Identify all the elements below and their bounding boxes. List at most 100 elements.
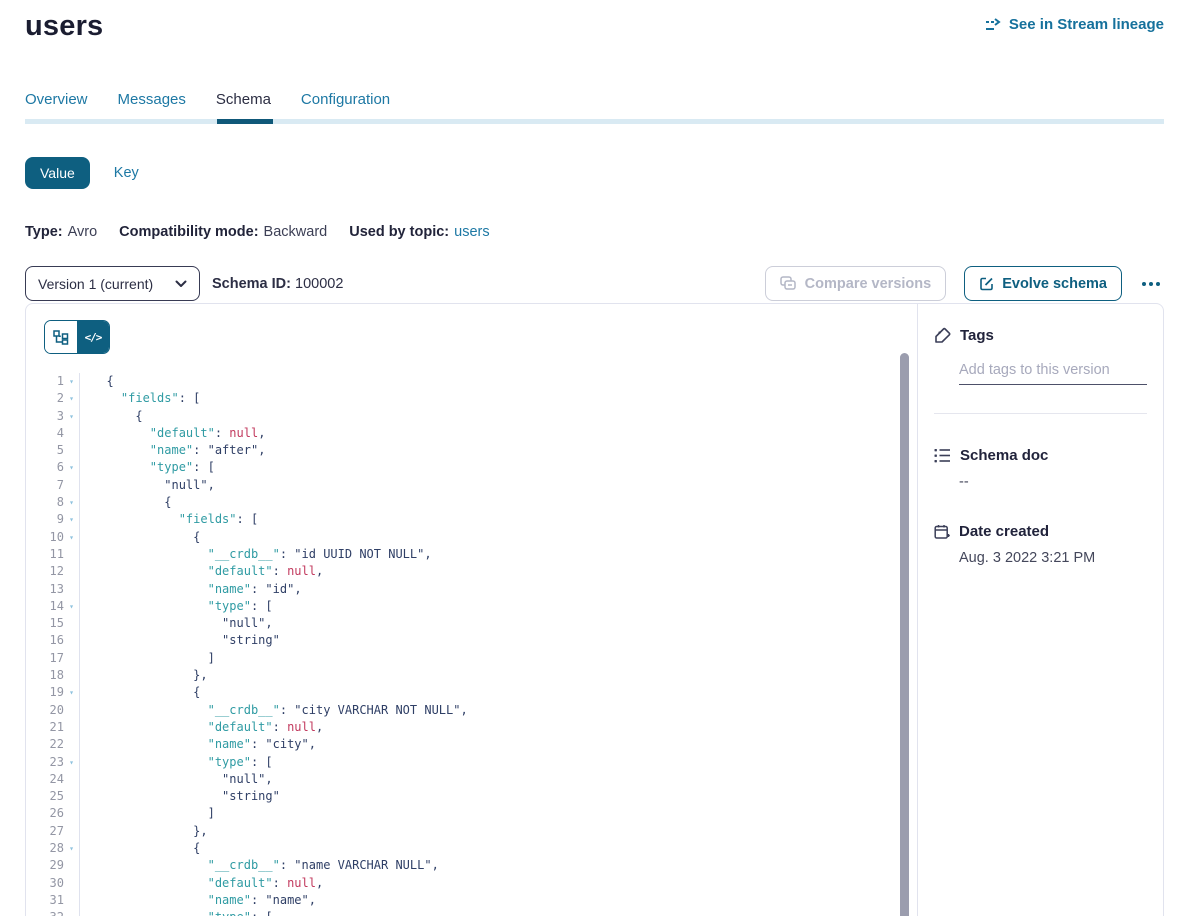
add-tags-input[interactable] [959,358,1147,385]
schema-id: Schema ID: 100002 [212,276,343,292]
page-header: users See in Stream lineage [25,0,1164,43]
fold-arrow-icon[interactable]: ▾ [64,598,79,615]
calendar-icon [934,524,950,540]
line-number: 11 [26,546,64,563]
evolve-schema-label: Evolve schema [1002,276,1107,292]
fold-arrow-icon[interactable]: ▾ [64,840,79,857]
fold-arrow-icon[interactable]: ▾ [64,373,79,390]
version-select[interactable]: Version 1 (current) [25,266,200,301]
line-number: 6 [26,459,64,476]
code-text: "name": "id", [79,581,302,598]
value-toggle-button[interactable]: Value [25,157,90,189]
fold-arrow-icon [64,425,79,442]
code-view-button[interactable]: </> [77,321,109,353]
fold-arrow-icon [64,615,79,632]
tab-messages[interactable]: Messages [118,91,186,119]
code-line: 3▾ { [26,408,917,425]
schema-doc-value: -- [959,474,1147,490]
schema-type: Type: Avro [25,224,97,240]
code-editor[interactable]: 1▾ {2▾ "fields": [3▾ {4 "default": null,… [26,373,917,916]
line-number: 4 [26,425,64,442]
code-text: { [79,494,171,511]
tab-schema[interactable]: Schema [216,91,271,119]
code-line: 7 "null", [26,477,917,494]
compare-versions-label: Compare versions [805,276,932,292]
code-line: 15 "null", [26,615,917,632]
stream-lineage-link[interactable]: See in Stream lineage [985,16,1164,33]
fold-arrow-icon[interactable]: ▾ [64,390,79,407]
fold-arrow-icon [64,719,79,736]
line-number: 19 [26,684,64,701]
stream-lineage-label: See in Stream lineage [1009,16,1164,33]
schema-sidebar: Tags Schem [918,304,1163,916]
code-text: "name": "city", [79,736,316,753]
line-number: 14 [26,598,64,615]
code-text: "type": [ [79,909,273,916]
fold-arrow-icon [64,788,79,805]
code-line: 32▾ "type": [ [26,909,917,916]
more-options-button[interactable] [1138,276,1164,292]
code-text: { [79,373,114,390]
fold-arrow-icon[interactable]: ▾ [64,511,79,528]
type-value: Avro [68,224,98,240]
code-line: 10▾ { [26,529,917,546]
code-text: "type": [ [79,459,215,476]
line-number: 18 [26,667,64,684]
compare-versions-icon [780,276,797,291]
topic-label: Used by topic: [349,224,449,240]
doc-list-icon [934,448,951,463]
code-line: 8▾ { [26,494,917,511]
tags-section-header: Tags [934,327,1147,344]
code-text: "null", [79,477,215,494]
fold-arrow-icon[interactable]: ▾ [64,494,79,511]
tree-view-button[interactable] [45,321,77,353]
evolve-schema-button[interactable]: Evolve schema [964,266,1122,301]
fold-arrow-icon[interactable]: ▾ [64,459,79,476]
line-number: 27 [26,823,64,840]
code-text: { [79,408,143,425]
line-number: 2 [26,390,64,407]
key-toggle-button[interactable]: Key [114,165,139,181]
compare-versions-button[interactable]: Compare versions [765,266,947,301]
line-number: 21 [26,719,64,736]
code-line: 6▾ "type": [ [26,459,917,476]
tags-title: Tags [960,327,994,344]
tag-icon [934,327,951,344]
schema-meta-row: Type: Avro Compatibility mode: Backward … [25,224,1164,240]
fold-arrow-icon[interactable]: ▾ [64,909,79,916]
fold-arrow-icon[interactable]: ▾ [64,754,79,771]
line-number: 28 [26,840,64,857]
tab-overview[interactable]: Overview [25,91,88,119]
tree-view-icon [53,330,69,345]
code-line: 17 ] [26,650,917,667]
fold-arrow-icon[interactable]: ▾ [64,684,79,701]
date-created-section: Date created Aug. 3 2022 3:21 PM [934,523,1147,566]
code-line: 28▾ { [26,840,917,857]
fold-arrow-icon [64,736,79,753]
code-text: "__crdb__": "id UUID NOT NULL", [79,546,432,563]
line-number: 9 [26,511,64,528]
code-text: ] [79,805,215,822]
schema-card: </> 1▾ {2▾ "fields": [3▾ {4 "default": n… [25,303,1164,916]
compatibility-mode: Compatibility mode: Backward [119,224,327,240]
tab-configuration[interactable]: Configuration [301,91,390,119]
fold-arrow-icon[interactable]: ▾ [64,408,79,425]
used-by-topic: Used by topic: users [349,224,489,240]
code-line: 22 "name": "city", [26,736,917,753]
code-line: 21 "default": null, [26,719,917,736]
fold-arrow-icon[interactable]: ▾ [64,529,79,546]
line-number: 8 [26,494,64,511]
code-line: 2▾ "fields": [ [26,390,917,407]
code-text: "null", [79,771,273,788]
line-number: 12 [26,563,64,580]
code-lines: 1▾ {2▾ "fields": [3▾ {4 "default": null,… [26,373,917,916]
code-line: 20 "__crdb__": "city VARCHAR NOT NULL", [26,702,917,719]
topic-link[interactable]: users [454,224,489,240]
code-line: 11 "__crdb__": "id UUID NOT NULL", [26,546,917,563]
code-text: "name": "after", [79,442,265,459]
code-line: 29 "__crdb__": "name VARCHAR NULL", [26,857,917,874]
code-line: 19▾ { [26,684,917,701]
fold-arrow-icon [64,702,79,719]
editor-scrollbar[interactable] [900,353,909,916]
page-title: users [25,10,103,43]
